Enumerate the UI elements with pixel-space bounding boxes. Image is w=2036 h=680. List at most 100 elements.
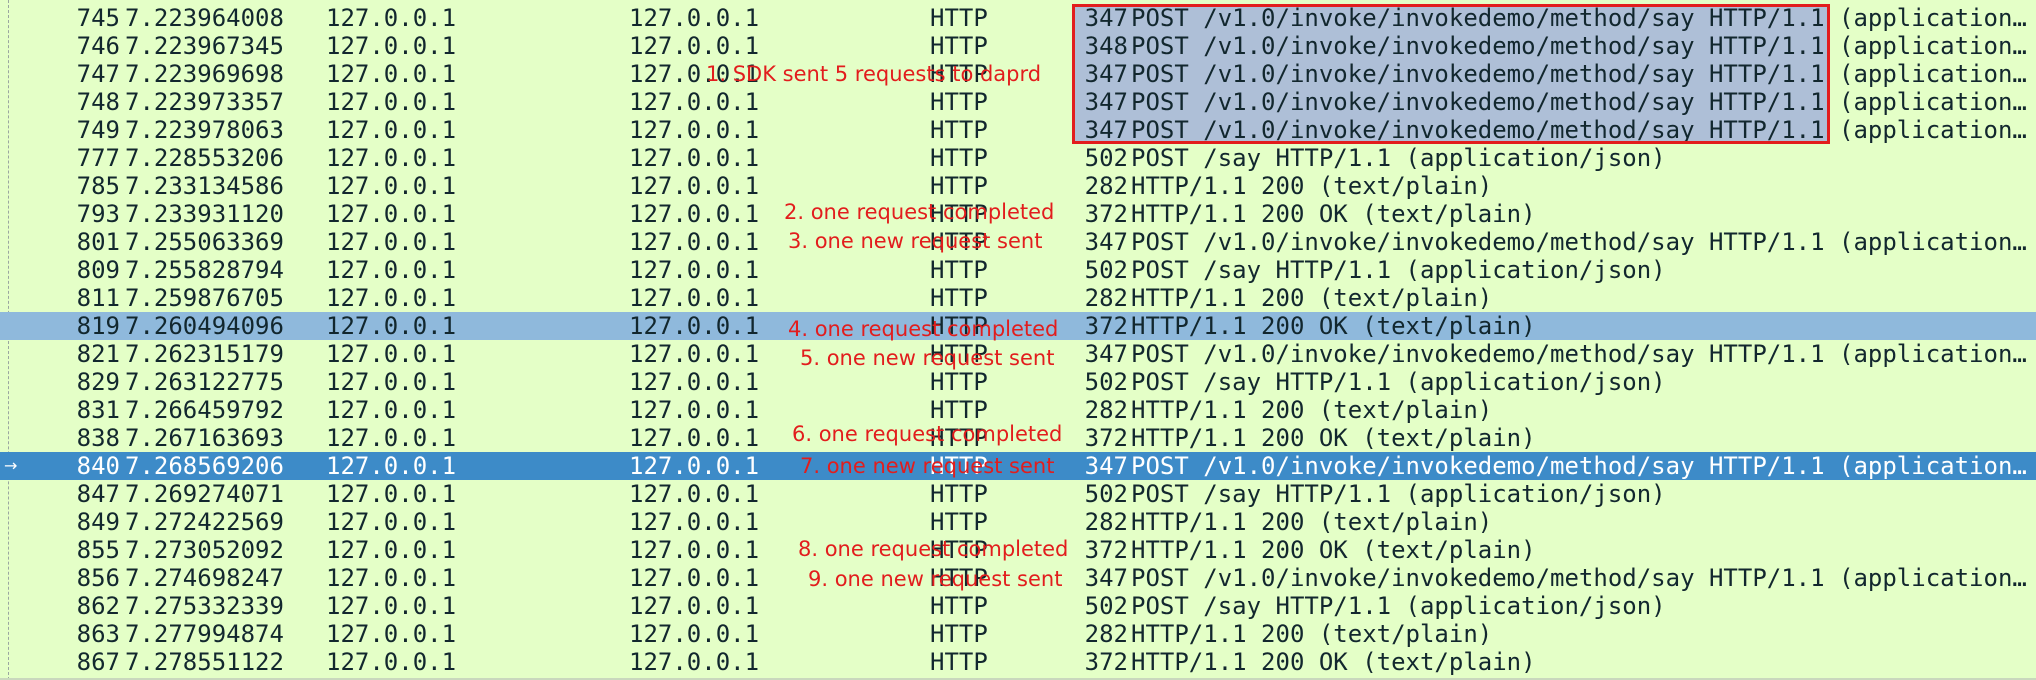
packet-time: 7.260494096 <box>125 312 284 340</box>
packet-number: 849 <box>76 508 120 536</box>
annotation-9: 9. one new request sent <box>808 567 1063 591</box>
packet-row[interactable]: 777 7.228553206 127.0.0.1 127.0.0.1 HTTP 502 P… <box>0 144 2036 172</box>
packet-info: POST /v1.0/invoke/invokedemo/method/say … <box>1131 340 2036 368</box>
packet-time: 7.223967345 <box>125 32 284 60</box>
packet-row[interactable]: 809 7.255828794 127.0.0.1 127.0.0.1 HTTP 502 P… <box>0 256 2036 284</box>
arrow-right-icon: → <box>4 456 18 475</box>
packet-time: 7.223973357 <box>125 88 284 116</box>
packet-time: 7.278551122 <box>125 648 284 676</box>
packet-destination: 127.0.0.1 <box>629 592 760 620</box>
packet-source: 127.0.0.1 <box>326 88 457 116</box>
packet-number: 862 <box>76 592 120 620</box>
packet-source: 127.0.0.1 <box>326 536 457 564</box>
packet-row[interactable]: 847 7.269274071 127.0.0.1 127.0.0.1 HTTP 502 P… <box>0 480 2036 508</box>
annotation-6: 6. one request completed <box>792 422 1063 446</box>
packet-source: 127.0.0.1 <box>326 592 457 620</box>
packet-source: 127.0.0.1 <box>326 32 457 60</box>
packet-destination: 127.0.0.1 <box>629 620 760 648</box>
packet-info: POST /say HTTP/1.1 (application/json) <box>1131 144 1666 172</box>
packet-destination: 127.0.0.1 <box>629 88 760 116</box>
packet-number: 746 <box>76 32 120 60</box>
packet-row[interactable]: 862 7.275332339 127.0.0.1 127.0.0.1 HTTP 502 P… <box>0 592 2036 620</box>
packet-time: 7.233134586 <box>125 172 284 200</box>
packet-number: 811 <box>76 284 120 312</box>
packet-info: HTTP/1.1 200 (text/plain) <box>1131 172 1493 200</box>
packet-time: 7.228553206 <box>125 144 284 172</box>
packet-length: 502 <box>1084 256 1128 284</box>
packet-number: 840 <box>76 452 120 480</box>
packet-time: 7.267163693 <box>125 424 284 452</box>
packet-time: 7.268569206 <box>125 452 284 480</box>
packet-source: 127.0.0.1 <box>326 452 457 480</box>
packet-number: 856 <box>76 564 120 592</box>
packet-info: HTTP/1.1 200 OK (text/plain) <box>1131 648 1536 676</box>
packet-source: 127.0.0.1 <box>326 228 457 256</box>
packet-number: 855 <box>76 536 120 564</box>
packet-time: 7.277994874 <box>125 620 284 648</box>
packet-source: 127.0.0.1 <box>326 284 457 312</box>
packet-length: 502 <box>1084 144 1128 172</box>
packet-number: 745 <box>76 4 120 32</box>
packet-row[interactable]: 867 7.278551122 127.0.0.1 127.0.0.1 HTTP 372 H… <box>0 648 2036 676</box>
packet-row[interactable]: 811 7.259876705 127.0.0.1 127.0.0.1 HTTP 282 H… <box>0 284 2036 312</box>
packet-number: 838 <box>76 424 120 452</box>
packet-length: 282 <box>1084 284 1128 312</box>
packet-number: 785 <box>76 172 120 200</box>
annotation-3: 3. one new request sent <box>788 229 1043 253</box>
packet-destination: 127.0.0.1 <box>629 32 760 60</box>
packet-destination: 127.0.0.1 <box>629 284 760 312</box>
packet-row[interactable]: 849 7.272422569 127.0.0.1 127.0.0.1 HTTP 282 H… <box>0 508 2036 536</box>
packet-number: 847 <box>76 480 120 508</box>
packet-length: 502 <box>1084 368 1128 396</box>
packet-info: POST /say HTTP/1.1 (application/json) <box>1131 480 1666 508</box>
packet-destination: 127.0.0.1 <box>629 172 760 200</box>
packet-time: 7.266459792 <box>125 396 284 424</box>
packet-source: 127.0.0.1 <box>326 564 457 592</box>
packet-source: 127.0.0.1 <box>326 424 457 452</box>
annotation-7: 7. one new request sent <box>800 454 1055 478</box>
annotation-4: 4. one request completed <box>788 317 1059 341</box>
packet-destination: 127.0.0.1 <box>629 144 760 172</box>
packet-source: 127.0.0.1 <box>326 340 457 368</box>
annotation-2: 2. one request completed <box>784 200 1055 224</box>
packet-source: 127.0.0.1 <box>326 480 457 508</box>
packet-source: 127.0.0.1 <box>326 312 457 340</box>
packet-time: 7.255063369 <box>125 228 284 256</box>
packet-destination: 127.0.0.1 <box>629 256 760 284</box>
packet-source: 127.0.0.1 <box>326 4 457 32</box>
packet-destination: 127.0.0.1 <box>629 648 760 676</box>
packet-number: 829 <box>76 368 120 396</box>
packet-time: 7.262315179 <box>125 340 284 368</box>
packet-time: 7.233931120 <box>125 200 284 228</box>
packet-row[interactable]: 863 7.277994874 127.0.0.1 127.0.0.1 HTTP 282 H… <box>0 620 2036 648</box>
packet-number: 777 <box>76 144 120 172</box>
packet-info: HTTP/1.1 200 (text/plain) <box>1131 396 1493 424</box>
packet-source: 127.0.0.1 <box>326 60 457 88</box>
packet-info: POST /v1.0/invoke/invokedemo/method/say … <box>1131 452 2036 480</box>
packet-time: 7.259876705 <box>125 284 284 312</box>
packet-number: 747 <box>76 60 120 88</box>
annotation-5: 5. one new request sent <box>800 346 1055 370</box>
packet-time: 7.274698247 <box>125 564 284 592</box>
packet-length: 282 <box>1084 620 1128 648</box>
packet-row[interactable]: 829 7.263122775 127.0.0.1 127.0.0.1 HTTP 502 P… <box>0 368 2036 396</box>
annotation-8: 8. one request completed <box>798 537 1069 561</box>
packet-time: 7.255828794 <box>125 256 284 284</box>
packet-number: 809 <box>76 256 120 284</box>
annotation-1: 1. SDK sent 5 requests to daprd <box>706 62 1042 86</box>
packet-length: 502 <box>1084 592 1128 620</box>
packet-info: POST /v1.0/invoke/invokedemo/method/say … <box>1131 564 2036 592</box>
packet-number: 831 <box>76 396 120 424</box>
packet-info: HTTP/1.1 200 OK (text/plain) <box>1131 536 1536 564</box>
burst-highlight-box <box>1072 4 1830 144</box>
packet-info: POST /v1.0/invoke/invokedemo/method/say … <box>1131 228 2036 256</box>
packet-time: 7.223969698 <box>125 60 284 88</box>
packet-time: 7.273052092 <box>125 536 284 564</box>
packet-time: 7.223978063 <box>125 116 284 144</box>
packet-info: HTTP/1.1 200 OK (text/plain) <box>1131 312 1536 340</box>
packet-source: 127.0.0.1 <box>326 200 457 228</box>
packet-length: 347 <box>1084 228 1128 256</box>
packet-number: 749 <box>76 116 120 144</box>
packet-info: HTTP/1.1 200 (text/plain) <box>1131 508 1493 536</box>
packet-row[interactable]: 785 7.233134586 127.0.0.1 127.0.0.1 HTTP 282 H… <box>0 172 2036 200</box>
